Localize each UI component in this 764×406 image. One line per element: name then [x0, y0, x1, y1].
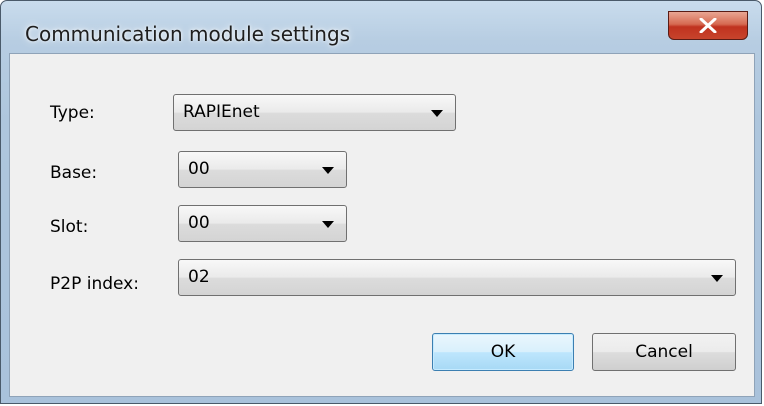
dialog-window: Communication module settings Type: RAPI… [0, 0, 762, 404]
chevron-down-icon [711, 275, 723, 282]
p2p-index-value: 02 [188, 267, 210, 287]
base-select[interactable]: 00 [178, 151, 347, 188]
ok-button[interactable]: OK [432, 333, 574, 371]
slot-label: Slot: [50, 217, 89, 237]
dialog-content: Type: RAPIEnet Base: 00 Slot: 00 P2P ind… [9, 53, 755, 397]
slot-value: 00 [188, 213, 210, 233]
base-label: Base: [50, 163, 98, 183]
chevron-down-icon [322, 167, 334, 174]
base-value: 00 [188, 159, 210, 179]
type-label: Type: [50, 103, 95, 123]
chevron-down-icon [322, 221, 334, 228]
slot-select[interactable]: 00 [178, 205, 347, 242]
type-value: RAPIEnet [183, 102, 260, 122]
p2p-index-select[interactable]: 02 [178, 259, 736, 296]
close-icon [699, 18, 717, 33]
close-button[interactable] [668, 11, 748, 40]
chevron-down-icon [431, 110, 443, 117]
cancel-button[interactable]: Cancel [592, 333, 736, 371]
title-bar[interactable]: Communication module settings [1, 1, 761, 53]
p2p-index-label: P2P index: [50, 274, 139, 294]
type-select[interactable]: RAPIEnet [173, 94, 456, 131]
window-title: Communication module settings [25, 22, 351, 46]
